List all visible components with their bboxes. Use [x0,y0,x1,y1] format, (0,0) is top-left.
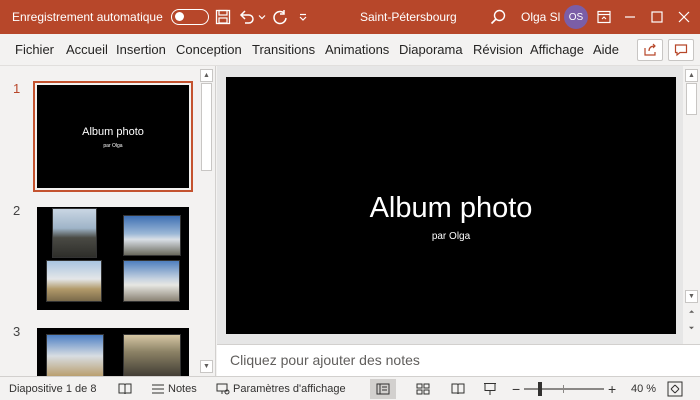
scroll-up-icon[interactable]: ▲ [200,69,213,82]
display-settings-button[interactable]: Paramètres d'affichage [216,377,346,400]
comments-button[interactable] [668,39,694,61]
slide-editing-area: Album photo par Olga ▲ ▼ ⏶ ⏷ [217,66,700,344]
scroll-down-icon[interactable]: ▼ [685,290,698,303]
thumbnail-photo [52,208,97,258]
notes-pane[interactable]: Cliquez pour ajouter des notes [217,344,700,376]
notes-button[interactable]: Notes [151,377,197,400]
thumbnails-scrollbar[interactable]: ▲ ▼ [199,66,214,376]
autosave-toggle[interactable] [171,0,209,34]
ribbon-display-options-icon[interactable] [597,0,611,34]
current-slide[interactable]: Album photo par Olga [226,77,676,334]
tab-fichier[interactable]: Fichier [15,34,54,66]
slide-number: 2 [13,203,21,218]
undo-icon[interactable] [238,0,256,34]
redo-icon[interactable] [272,0,288,34]
tab-animations[interactable]: Animations [325,34,389,66]
tab-transitions[interactable]: Transitions [252,34,315,66]
thumbnail-photo [123,334,181,376]
slide-thumbnail-3[interactable] [37,328,189,376]
slide-sorter-view-icon[interactable] [410,379,436,399]
tab-aide[interactable]: Aide [593,34,619,66]
slide-subtitle[interactable]: par Olga [226,231,676,242]
zoom-out-button[interactable]: − [512,377,520,400]
zoom-slider-thumb[interactable] [538,382,542,396]
next-slide-icon[interactable]: ⏷ [685,322,698,335]
tab-accueil[interactable]: Accueil [66,34,108,66]
zoom-slider[interactable] [524,377,604,400]
tab-conception[interactable]: Conception [176,34,242,66]
previous-slide-icon[interactable]: ⏶ [685,306,698,319]
slide-title[interactable]: Album photo [226,192,676,225]
customize-toolbar-icon[interactable] [298,0,308,34]
avatar[interactable]: OS [564,0,588,34]
slide-thumbnail-1[interactable]: Album photo par Olga [33,81,193,192]
thumbnail-subtitle: par Olga [103,143,123,149]
status-bar: Diapositive 1 de 8 Notes Paramètres d'af… [0,376,700,400]
accessibility-icon[interactable] [118,377,132,400]
maximize-icon[interactable] [651,0,663,34]
slide-number: 1 [13,81,21,96]
normal-view-icon[interactable] [370,379,396,399]
ribbon-tabs: Fichier Accueil Insertion Conception Tra… [0,34,700,66]
scroll-down-icon[interactable]: ▼ [200,360,213,373]
share-button[interactable] [637,39,663,61]
user-name[interactable]: Olga Sl [521,0,560,34]
notes-label: Notes [168,383,197,395]
fit-to-window-icon[interactable] [667,377,683,400]
tab-revision[interactable]: Révision [473,34,523,66]
thumbnail-photo [46,334,104,376]
thumbnail-photo [123,215,181,256]
autosave-label: Enregistrement automatique [12,10,163,24]
tab-diaporama[interactable]: Diaporama [399,34,463,66]
slide-thumbnails-pane: 1 Album photo par Olga 2 3 ▲ ▼ [0,66,216,376]
zoom-in-button[interactable]: + [608,377,616,400]
slide-thumbnail-2[interactable] [37,207,189,310]
undo-dropdown-icon[interactable] [258,0,266,34]
document-title: Saint-Pétersbourg [360,10,457,24]
scroll-up-icon[interactable]: ▲ [685,69,698,82]
close-icon[interactable] [678,0,690,34]
notes-placeholder: Cliquez pour ajouter des notes [230,352,420,368]
slide-number: 3 [13,324,21,339]
slideshow-view-icon[interactable] [477,379,503,399]
zoom-level[interactable]: 40 % [631,377,656,400]
tab-affichage[interactable]: Affichage [530,34,584,66]
minimize-icon[interactable] [624,0,636,34]
reading-view-icon[interactable] [445,379,471,399]
display-settings-label: Paramètres d'affichage [233,383,346,395]
scrollbar-thumb[interactable] [201,83,212,171]
save-icon[interactable] [215,0,231,34]
powerpoint-window: Enregistrement automatique Saint-Pétersb… [0,0,700,400]
scrollbar-thumb[interactable] [686,83,697,115]
tab-insertion[interactable]: Insertion [116,34,166,66]
thumbnail-photo [46,260,102,302]
thumbnail-title: Album photo [82,126,144,138]
thumbnail-photo [123,260,180,302]
slide-scrollbar[interactable]: ▲ ▼ ⏶ ⏷ [683,66,700,344]
search-icon[interactable] [490,0,506,34]
title-bar: Enregistrement automatique Saint-Pétersb… [0,0,700,34]
slide-counter: Diapositive 1 de 8 [9,383,97,395]
